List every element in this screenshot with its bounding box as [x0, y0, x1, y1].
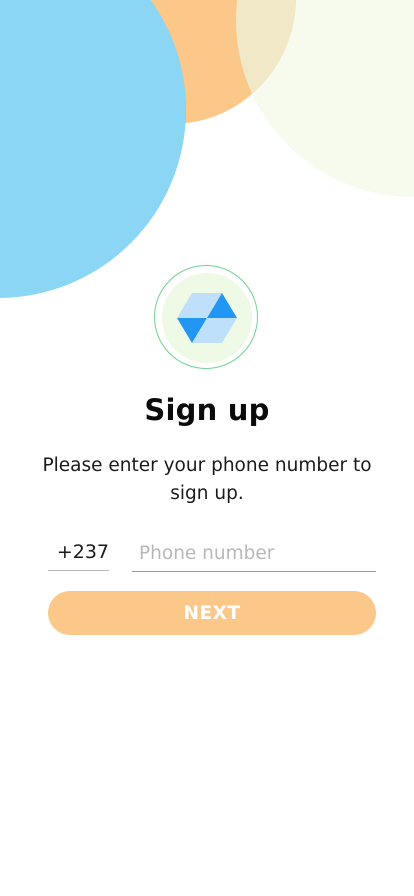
decorative-overlap-cream: [236, 0, 296, 124]
country-code-selector[interactable]: +237: [48, 536, 109, 571]
phone-number-input[interactable]: [132, 536, 376, 572]
page-title: Sign up: [144, 393, 270, 427]
decorative-circle-blue: [0, 0, 186, 298]
page-subtitle: Please enter your phone number to sign u…: [42, 455, 372, 504]
blue-cube-logo-icon: [177, 293, 237, 343]
next-button[interactable]: NEXT: [48, 591, 376, 635]
signup-screen: Sign up Please enter your phone number t…: [0, 0, 414, 896]
